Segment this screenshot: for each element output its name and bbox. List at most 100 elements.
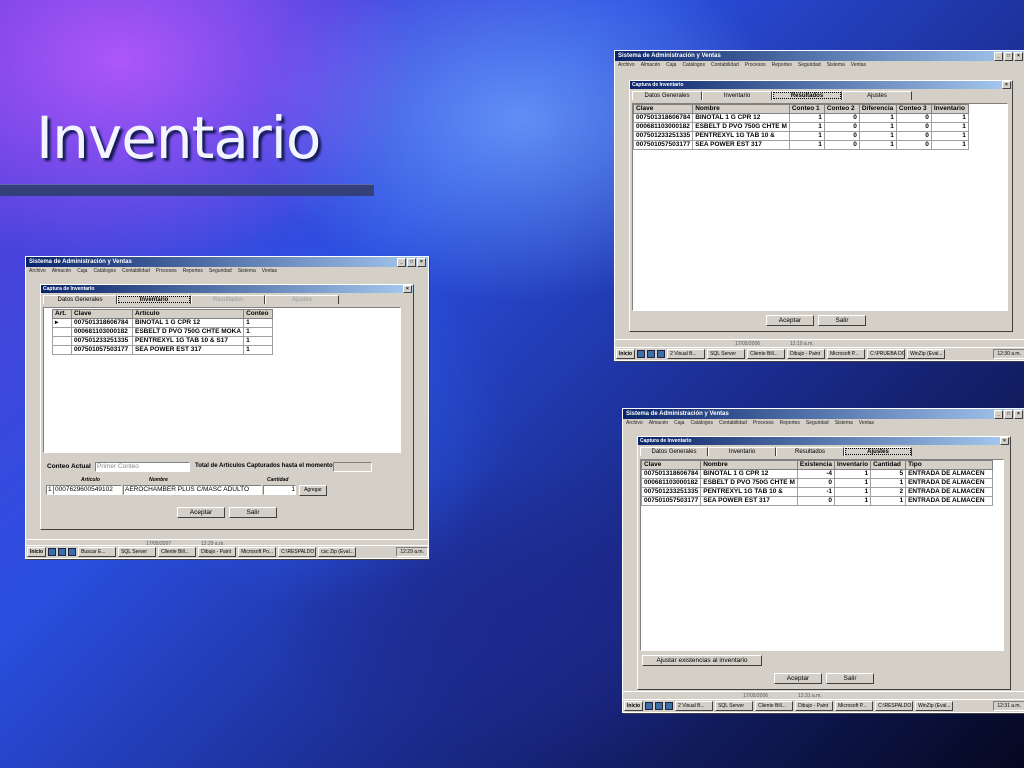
column-header[interactable]: Conteo 3 [895,104,932,114]
tab-inventario[interactable]: Inventario [708,447,776,456]
menu-item[interactable]: Ventas [262,267,277,276]
close-icon[interactable]: × [1014,52,1023,61]
tab-ajustes[interactable]: Ajustes [842,91,912,100]
quicklaunch-desktop-icon[interactable] [647,350,656,358]
close-icon[interactable]: × [417,258,426,267]
table-row[interactable]: 000681103000182 ESBELT D PVO 750G CHTE M1… [632,122,969,132]
table-row[interactable]: 007501233251335 PENTREXYL 1G TAB 10 & S17… [52,336,274,346]
close-icon[interactable]: × [1002,81,1011,89]
column-header[interactable]: Cantidad [870,460,907,470]
menu-item[interactable]: Seguridad [806,419,829,428]
column-header[interactable]: Conteo 2 [823,104,860,114]
quicklaunch-browser-icon[interactable] [645,702,654,710]
minimize-icon[interactable]: _ [994,410,1003,419]
menu-item[interactable]: Caja [666,61,676,70]
taskbar-button[interactable]: Cliente Bill... [747,349,786,359]
table-row[interactable]: 000681103000182 ESBELT D PVO 750G CHTE MO… [52,327,274,337]
maximize-icon[interactable]: □ [1004,410,1013,419]
column-header[interactable]: Conteo [243,309,274,319]
tab-ajustes[interactable]: Ajustes [265,295,339,304]
table-row[interactable]: ▸ 007501318606784 BINOTAL 1 G CPR 12 1 [52,318,274,328]
table-row[interactable]: 007501318606784 BINOTAL 1 G CPR 12 -4 1 5 ENT… [640,469,994,479]
menu-item[interactable]: Archivo [618,61,635,70]
start-button[interactable]: Inicio [27,547,47,557]
minimize-icon[interactable]: _ [397,258,406,267]
taskbar-button[interactable]: C:\PRUEBA DOC [867,349,906,359]
taskbar-button[interactable]: Microsoft P... [827,349,866,359]
taskbar-button[interactable]: Cliente Bill... [755,701,794,711]
column-header[interactable]: Existencia [796,460,836,470]
menu-item[interactable]: Almacén [52,267,71,276]
salir-button[interactable]: Salir [229,507,277,518]
menu-item[interactable]: Reportes [780,419,800,428]
menu-item[interactable]: Contabilidad [711,61,739,70]
column-header[interactable]: Nombre [700,460,798,470]
column-header[interactable]: Nombre [692,104,790,114]
taskbar-button[interactable]: csc Zip (Eval... [318,547,357,557]
tab-datos-generales[interactable]: Datos Generales [43,295,117,304]
tab-resultados[interactable]: Resultados [776,447,844,456]
column-header[interactable]: Clave [71,309,133,319]
menu-item[interactable]: Almacén [641,61,660,70]
aceptar-button[interactable]: Aceptar [766,315,814,326]
quicklaunch-browser-icon[interactable] [637,350,646,358]
start-button[interactable]: Inicio [624,701,644,711]
quicklaunch-browser-icon[interactable] [48,548,57,556]
taskbar-button[interactable]: Buscar E... [78,547,117,557]
table-row[interactable]: 007501057503177 SEA POWER EST 317 1 [52,345,274,355]
menu-item[interactable]: Procesos [753,419,774,428]
tab-resultados[interactable]: Resultados [772,91,842,100]
menu-item[interactable]: Procesos [156,267,177,276]
tab-inventario[interactable]: Inventario [702,91,772,100]
table-row[interactable]: 007501233251335 PENTREXYL 1G TAB 10 & -1 1 2… [640,487,994,497]
taskbar-button[interactable]: Microsoft Po... [238,547,277,557]
table-row[interactable]: 007501318606784 BINOTAL 1 G CPR 12 1 0 1 0 1 [632,113,969,123]
menu-item[interactable]: Almacén [649,419,668,428]
taskbar-button[interactable]: WinZip (Eval... [907,349,946,359]
conteo-select[interactable]: Primer Conteo [95,462,190,472]
column-header[interactable]: Artículo [131,309,245,319]
menu-item[interactable]: Procesos [745,61,766,70]
column-header[interactable]: Inventario [834,460,872,470]
column-header[interactable]: Clave [632,104,694,114]
nombre-input[interactable]: AEROCHAMBER PLUS C/MASC ADULTO [123,485,262,495]
taskbar-button[interactable]: Dibujo - Paint [198,547,237,557]
quicklaunch-folder-icon[interactable] [657,350,666,358]
quicklaunch-desktop-icon[interactable] [655,702,664,710]
aceptar-button[interactable]: Aceptar [774,673,822,684]
table-row[interactable]: 007501233251335 PENTREXYL 1G TAB 10 & 1 0 1 0… [632,131,969,141]
maximize-icon[interactable]: □ [1004,52,1013,61]
taskbar-button[interactable]: SQL Server [118,547,157,557]
menu-item[interactable]: Archivo [626,419,643,428]
menu-item[interactable]: Catálogos [690,419,713,428]
column-header[interactable]: Art. [52,309,72,319]
articulo-input[interactable]: 0007629600549102 [53,485,122,495]
tab-ajustes[interactable]: Ajustes [844,447,912,456]
table-row[interactable]: 007501057503177 SEA POWER EST 317 1 0 1 0 1 [632,140,969,150]
tab-resultados[interactable]: Resultados [191,295,265,304]
column-header[interactable]: Tipo [905,460,994,470]
ajustar-existencias-button[interactable]: Ajustar existencias al inventario [642,655,762,666]
menu-item[interactable]: Contabilidad [122,267,150,276]
menu-item[interactable]: Catálogos [93,267,116,276]
start-button[interactable]: Inicio [616,349,636,359]
taskbar-button[interactable]: Dibujo - Paint [787,349,826,359]
taskbar-button[interactable]: C:\RESPALDO [875,701,914,711]
maximize-icon[interactable]: □ [407,258,416,267]
close-icon[interactable]: × [1000,437,1009,445]
menu-item[interactable]: Archivo [29,267,46,276]
menu-item[interactable]: Contabilidad [719,419,747,428]
taskbar-button[interactable]: SQL Server [707,349,746,359]
aceptar-button[interactable]: Aceptar [177,507,225,518]
tab-datos-generales[interactable]: Datos Generales [640,447,708,456]
menu-item[interactable]: Seguridad [209,267,232,276]
menu-item[interactable]: Sistema [238,267,256,276]
close-icon[interactable]: × [403,285,412,293]
table-row[interactable]: 007501057503177 SEA POWER EST 317 0 1 1 ENTRA… [640,496,994,506]
agregar-button[interactable]: Agregar [299,485,327,496]
close-icon[interactable]: × [1014,410,1023,419]
menu-item[interactable]: Caja [674,419,684,428]
menu-item[interactable]: Sistema [827,61,845,70]
taskbar-button[interactable]: WinZip (Eval... [915,701,954,711]
column-header[interactable]: Clave [640,460,702,470]
